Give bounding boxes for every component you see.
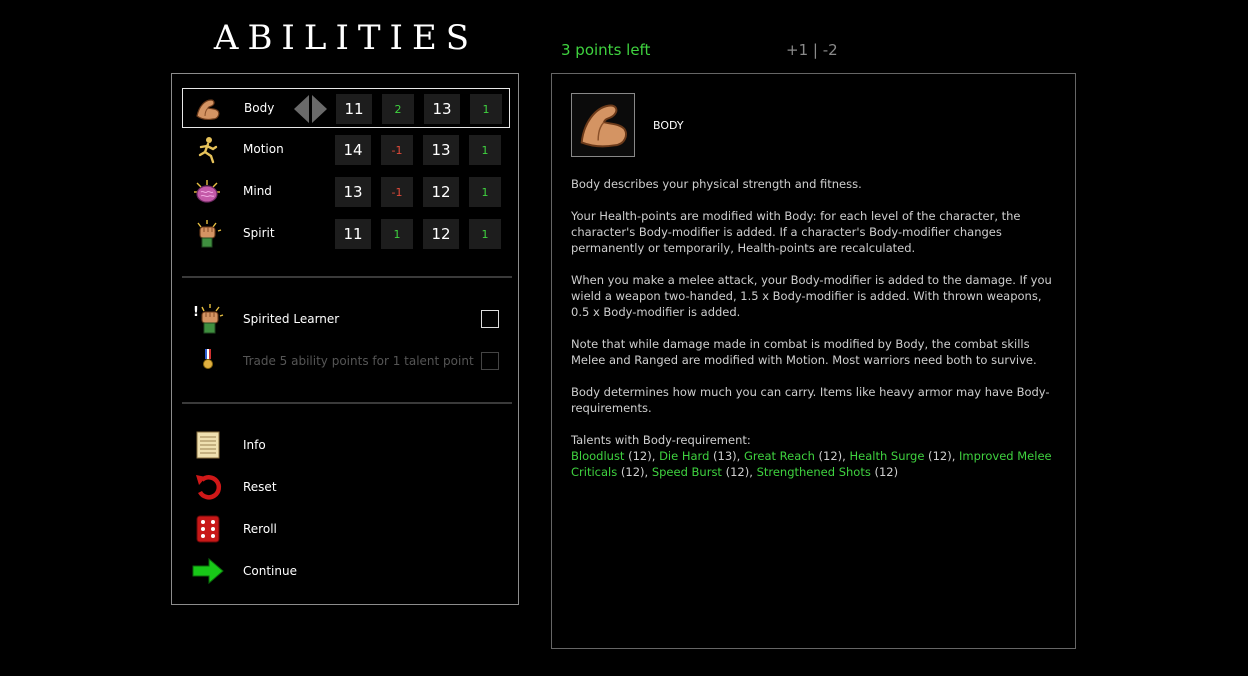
talent-link[interactable]: Great Reach	[744, 449, 815, 463]
ability-modifier: 1	[381, 219, 413, 249]
reroll-button[interactable]: Reroll	[182, 509, 510, 549]
ability-value: 13	[424, 94, 460, 124]
dice-icon	[196, 515, 220, 543]
divider	[182, 276, 512, 278]
talent-req: 12	[730, 465, 745, 479]
info-button[interactable]: Info	[182, 425, 510, 465]
ability-base-value: 13	[335, 177, 371, 207]
brain-icon	[194, 180, 220, 203]
info-title: BODY	[653, 119, 684, 132]
ability-label: Spirit	[243, 226, 275, 240]
spinner-arrows-icon[interactable]	[294, 95, 327, 123]
ability-modifier: 2	[382, 94, 414, 124]
ability-bonus: 1	[470, 94, 502, 124]
scroll-icon	[196, 431, 220, 459]
description-paragraph: Note that while damage made in combat is…	[571, 337, 1037, 367]
reset-arrow-icon	[196, 475, 222, 500]
talent-link[interactable]: Bloodlust	[571, 449, 624, 463]
menu-label: Continue	[243, 564, 297, 578]
option-label: Trade 5 ability points for 1 talent poin…	[243, 354, 474, 368]
abilities-panel: Body 11 2 13 1 Motion 14 -1 13 1 Mind 13…	[171, 73, 519, 605]
info-panel: BODY Body describes your physical streng…	[551, 73, 1076, 649]
talent-req: 12	[878, 465, 894, 479]
description-paragraph: When you make a melee attack, your Body-…	[571, 273, 1052, 319]
ability-label: Mind	[243, 184, 272, 198]
talent-req: 12	[625, 465, 641, 479]
ability-portrait	[571, 93, 635, 157]
talent-link[interactable]: Strengthened Shots	[757, 465, 871, 479]
menu-label: Reroll	[243, 522, 277, 536]
ability-base-value: 11	[336, 94, 372, 124]
ability-label: Motion	[243, 142, 284, 156]
ability-value: 13	[423, 135, 459, 165]
talent-req: 13	[717, 449, 733, 463]
menu-label: Reset	[243, 480, 277, 494]
medal-icon	[203, 349, 213, 369]
arm-icon	[196, 99, 220, 120]
svg-text:!: !	[193, 305, 199, 320]
green-arrow-icon	[192, 557, 224, 585]
reset-button[interactable]: Reset	[182, 467, 510, 507]
talent-req: 12	[823, 449, 838, 463]
ability-bonus: 1	[469, 135, 501, 165]
talents-heading: Talents with Body-requirement:	[571, 433, 751, 447]
description-paragraph: Body determines how much you can carry. …	[571, 385, 1050, 415]
spirited-learner-checkbox[interactable]	[481, 310, 499, 328]
talent-link[interactable]: Die Hard	[659, 449, 709, 463]
running-man-icon	[198, 137, 218, 164]
ability-modifier: -1	[381, 135, 413, 165]
talent-req: 12	[632, 449, 648, 463]
option-trade-points: Trade 5 ability points for 1 talent poin…	[182, 341, 510, 381]
spirited-fist-icon: !	[193, 304, 224, 334]
option-label: Spirited Learner	[243, 312, 340, 326]
page-title: ABILITIES	[213, 18, 479, 58]
description-paragraph: Body describes your physical strength an…	[571, 177, 862, 191]
talent-link[interactable]: Health Surge	[849, 449, 924, 463]
ability-base-value: 11	[335, 219, 371, 249]
ability-row-body[interactable]: Body 11 2 13 1	[182, 88, 510, 128]
talent-link[interactable]: Speed Burst	[652, 465, 722, 479]
menu-label: Info	[243, 438, 266, 452]
points-left: 3 points left	[561, 41, 651, 59]
trade-points-checkbox	[481, 352, 499, 370]
info-description: Body describes your physical strength an…	[571, 176, 1061, 480]
arm-icon	[580, 104, 627, 148]
point-modifiers: +1 | -2	[786, 41, 838, 59]
ability-bonus: 1	[469, 177, 501, 207]
option-spirited-learner[interactable]: ! Spirited Learner	[182, 299, 510, 339]
ability-value: 12	[423, 177, 459, 207]
ability-row-motion[interactable]: Motion 14 -1 13 1	[182, 130, 510, 170]
ability-bonus: 1	[469, 219, 501, 249]
continue-button[interactable]: Continue	[182, 551, 510, 591]
divider	[182, 402, 512, 404]
ability-value: 12	[423, 219, 459, 249]
ability-modifier: -1	[381, 177, 413, 207]
talents-list: Bloodlust (12), Die Hard (13), Great Rea…	[571, 449, 1052, 479]
ability-row-spirit[interactable]: Spirit 11 1 12 1	[182, 214, 510, 254]
ability-row-mind[interactable]: Mind 13 -1 12 1	[182, 172, 510, 212]
description-paragraph: Your Health-points are modified with Bod…	[571, 209, 1021, 255]
talent-req: 12	[932, 449, 948, 463]
ability-label: Body	[244, 101, 275, 115]
fist-icon	[197, 220, 222, 248]
ability-base-value: 14	[335, 135, 371, 165]
